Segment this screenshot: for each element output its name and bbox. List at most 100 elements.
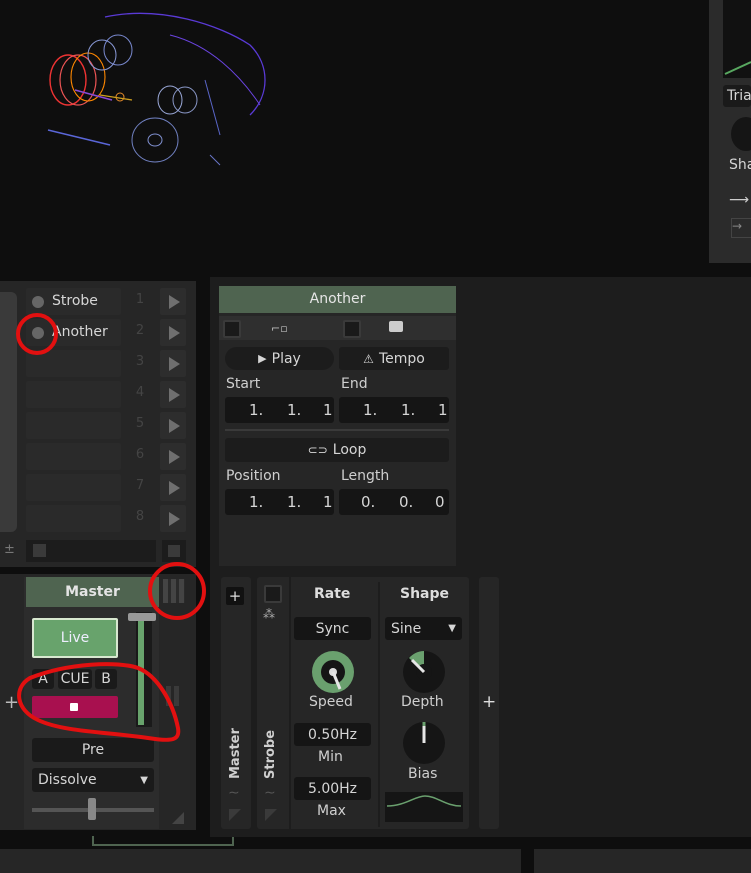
- clip-title: Another: [219, 286, 456, 313]
- depth-label: Depth: [401, 694, 444, 710]
- warp-checkbox[interactable]: [223, 320, 241, 338]
- preview-canvas: [0, 0, 696, 266]
- list-item[interactable]: [26, 505, 121, 532]
- list-item[interactable]: [26, 474, 121, 501]
- position-label: Position: [226, 468, 281, 484]
- loop-button[interactable]: ⊂⊃ Loop: [225, 438, 449, 462]
- cue-label: Another: [52, 324, 108, 340]
- device-divider: [289, 577, 291, 829]
- tempo-label: Tempo: [378, 350, 425, 367]
- length-label: Length: [341, 468, 390, 484]
- corner-icon: [265, 809, 277, 821]
- arrow-icon[interactable]: →: [731, 218, 751, 238]
- bias-knob[interactable]: [401, 720, 447, 766]
- play-button[interactable]: ▶ Play: [225, 347, 334, 370]
- play-icon: ▶: [258, 352, 267, 365]
- record-checkbox[interactable]: [343, 320, 361, 338]
- list-item[interactable]: [26, 412, 121, 439]
- add-device-button[interactable]: +: [226, 587, 244, 605]
- depth-knob[interactable]: [401, 649, 447, 695]
- live-button[interactable]: Live: [32, 618, 118, 658]
- shape-label: Sha: [729, 157, 751, 173]
- chevron-down-icon: ▼: [140, 774, 148, 786]
- slot-play-button[interactable]: [160, 474, 186, 501]
- chevron-down-icon: ▼: [448, 623, 456, 634]
- slot-play-button[interactable]: [160, 412, 186, 439]
- sync-button[interactable]: Sync: [294, 617, 371, 640]
- play-label: Play: [271, 350, 301, 367]
- loop-icon: ⊂⊃: [307, 443, 328, 457]
- tempo-button[interactable]: ⚠ Tempo: [339, 347, 449, 370]
- loop-label: Loop: [332, 442, 367, 458]
- strobe-device: ⁂ Strobe ∼ Rate Sync Speed 0.50Hz Min 5.…: [257, 577, 469, 829]
- slot-play-button[interactable]: [160, 443, 186, 470]
- device-on-checkbox[interactable]: [264, 585, 282, 603]
- master-track-strip: + Master ∼: [221, 577, 251, 829]
- length-field[interactable]: 0. 0. 0: [339, 489, 449, 515]
- slot-number: 3: [135, 354, 145, 369]
- clip-warp-bar: [219, 316, 456, 340]
- warp-icon[interactable]: ⌐▫: [271, 322, 288, 335]
- camera-icon[interactable]: [389, 321, 403, 332]
- slot-number: 5: [135, 416, 145, 431]
- start-field[interactable]: 1. 1. 1: [225, 397, 334, 423]
- resize-corner-icon[interactable]: [172, 812, 184, 824]
- cue-label: Strobe: [52, 293, 98, 309]
- scrollbar[interactable]: [0, 292, 17, 532]
- shape-title: Shape: [400, 586, 450, 602]
- slot-play-button[interactable]: [160, 381, 186, 408]
- shape-value: Sine: [391, 620, 422, 637]
- clip-panel: Another ⌐▫ ▶ Play ⚠ Tempo Start End 1. 1…: [219, 286, 456, 566]
- max-label: Max: [317, 803, 346, 819]
- shape-knob[interactable]: [731, 117, 751, 151]
- bias-label: Bias: [408, 766, 438, 782]
- mini-graph: [723, 0, 751, 78]
- list-item[interactable]: [26, 381, 121, 408]
- wave-icon: ∼: [264, 785, 276, 801]
- device-name: Strobe: [263, 729, 278, 779]
- stop-all-checkbox[interactable]: [26, 540, 156, 562]
- metronome-icon: ⚠: [363, 351, 374, 366]
- bottom-panel-right: [534, 849, 751, 873]
- shape-dropdown[interactable]: Sine ▼: [385, 617, 462, 640]
- slot-number: 1: [135, 292, 145, 307]
- slot-play-button[interactable]: [160, 505, 186, 532]
- status-dot-icon: [32, 296, 44, 308]
- slot-play-button[interactable]: [160, 350, 186, 377]
- transition-slider-handle[interactable]: [88, 798, 96, 820]
- min-label: Min: [318, 749, 343, 765]
- list-item[interactable]: Strobe: [26, 288, 121, 315]
- position-field[interactable]: 1. 1. 1: [225, 489, 334, 515]
- speed-label: Speed: [309, 694, 353, 710]
- transition-value: Dissolve: [38, 772, 97, 788]
- transition-dropdown[interactable]: Dissolve ▼: [32, 768, 154, 792]
- add-effect-button[interactable]: +: [482, 692, 496, 712]
- min-field[interactable]: 0.50Hz: [294, 723, 371, 746]
- annotation-circle: [16, 313, 58, 355]
- start-label: Start: [226, 376, 261, 392]
- transition-slider[interactable]: [32, 798, 154, 820]
- speed-knob[interactable]: [310, 649, 356, 695]
- annotation-scribble: [17, 662, 181, 742]
- slot-play-button[interactable]: [160, 288, 186, 315]
- device-routing-icon[interactable]: ⁂: [263, 607, 275, 621]
- trigger-dropdown[interactable]: Tria: [723, 85, 751, 107]
- max-field[interactable]: 5.00Hz: [294, 777, 371, 800]
- track-name: Master: [228, 728, 243, 779]
- top-right-panel: Tria Sha ⟶ →: [709, 0, 751, 263]
- section-divider: [378, 582, 380, 827]
- annotation-circle: [148, 562, 206, 620]
- stop-button[interactable]: [162, 540, 186, 562]
- slot-number: 4: [135, 385, 145, 400]
- end-field[interactable]: 1. 1. 1: [339, 397, 449, 423]
- slot-number: 6: [135, 447, 145, 462]
- slot-number: 8: [135, 509, 145, 524]
- link-icon[interactable]: ⟶: [729, 192, 749, 208]
- plus-minus-button[interactable]: ±: [4, 542, 15, 557]
- fader-handle[interactable]: [128, 613, 156, 621]
- panel-edge-highlight: [92, 836, 234, 846]
- bottom-panel-left: [0, 849, 521, 873]
- list-item[interactable]: [26, 443, 121, 470]
- shape-preview: [385, 792, 463, 822]
- slot-play-button[interactable]: [160, 319, 186, 346]
